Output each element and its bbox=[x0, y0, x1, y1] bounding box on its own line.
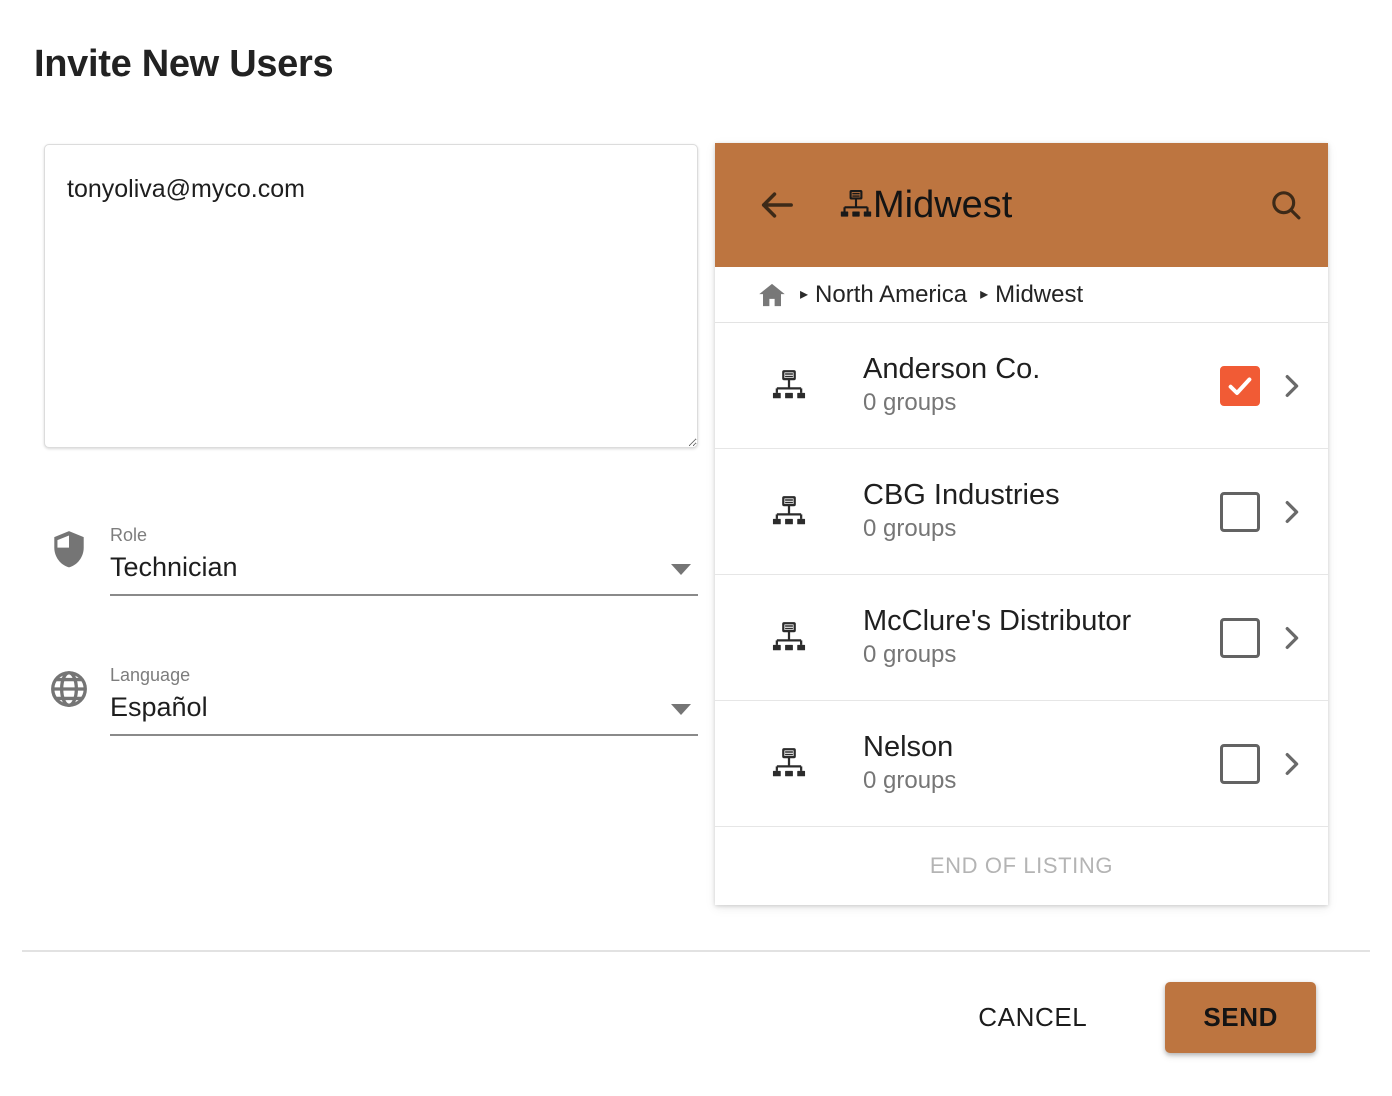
dialog-footer: CANCEL SEND bbox=[0, 975, 1392, 1059]
row-title: CBG Industries bbox=[863, 479, 1060, 511]
role-label: Role bbox=[110, 525, 698, 547]
breadcrumb-separator: ▸ bbox=[800, 287, 808, 303]
globe-icon bbox=[48, 668, 90, 710]
language-field[interactable]: Language Español bbox=[44, 640, 698, 736]
row-text: McClure's Distributor 0 groups bbox=[863, 605, 1220, 670]
tree-panel-header: Midwest bbox=[715, 143, 1328, 267]
row-checkbox[interactable] bbox=[1220, 744, 1260, 784]
account-tree-icon bbox=[771, 368, 807, 404]
table-row[interactable]: CBG Industries 0 groups bbox=[715, 449, 1328, 575]
row-title: Anderson Co. bbox=[863, 353, 1040, 385]
home-icon[interactable] bbox=[757, 280, 787, 310]
role-field-body: Role Technician bbox=[110, 525, 698, 596]
send-button[interactable]: SEND bbox=[1165, 982, 1316, 1053]
row-icon-cell bbox=[715, 620, 863, 656]
chevron-right-icon[interactable] bbox=[1276, 623, 1306, 653]
arrow-left-icon[interactable] bbox=[757, 185, 797, 225]
breadcrumb: ▸ North America ▸ Midwest bbox=[715, 267, 1328, 323]
footer-divider bbox=[22, 950, 1370, 952]
account-tree-icon bbox=[839, 188, 873, 222]
table-row[interactable]: McClure's Distributor 0 groups bbox=[715, 575, 1328, 701]
page-title: Invite New Users bbox=[34, 42, 333, 88]
row-icon-cell bbox=[715, 368, 863, 404]
chevron-right-icon[interactable] bbox=[1276, 497, 1306, 527]
row-title: McClure's Distributor bbox=[863, 605, 1131, 637]
table-row[interactable]: Anderson Co. 0 groups bbox=[715, 323, 1328, 449]
row-subtitle: 0 groups bbox=[863, 389, 1220, 418]
row-subtitle: 0 groups bbox=[863, 767, 1220, 796]
breadcrumb-item-midwest[interactable]: Midwest bbox=[995, 283, 1083, 307]
row-subtitle: 0 groups bbox=[863, 641, 1220, 670]
chevron-right-icon[interactable] bbox=[1276, 749, 1306, 779]
role-select[interactable]: Technician bbox=[110, 551, 698, 596]
row-text: Nelson 0 groups bbox=[863, 731, 1220, 796]
org-tree-panel: Midwest ▸ North America ▸ Midwest bbox=[715, 143, 1328, 905]
chevron-down-icon[interactable] bbox=[671, 564, 691, 575]
email-addresses-input[interactable] bbox=[44, 144, 698, 448]
language-select[interactable]: Español bbox=[110, 691, 698, 736]
shield-icon bbox=[48, 528, 90, 570]
role-field[interactable]: Role Technician bbox=[44, 500, 698, 596]
language-value: Español bbox=[110, 691, 698, 725]
language-field-body: Language Español bbox=[110, 665, 698, 736]
row-checkbox[interactable] bbox=[1220, 366, 1260, 406]
search-icon[interactable] bbox=[1268, 187, 1304, 223]
row-icon-cell bbox=[715, 494, 863, 530]
cancel-button[interactable]: CANCEL bbox=[956, 988, 1109, 1047]
end-of-listing-label: END OF LISTING bbox=[715, 827, 1328, 905]
account-tree-icon bbox=[771, 494, 807, 530]
account-tree-icon bbox=[771, 620, 807, 656]
row-checkbox[interactable] bbox=[1220, 618, 1260, 658]
row-text: Anderson Co. 0 groups bbox=[863, 353, 1220, 418]
chevron-right-icon[interactable] bbox=[1276, 371, 1306, 401]
row-subtitle: 0 groups bbox=[863, 515, 1220, 544]
language-label: Language bbox=[110, 665, 698, 687]
row-title: Nelson bbox=[863, 731, 953, 763]
tree-header-title-group: Midwest bbox=[839, 186, 1268, 224]
table-row[interactable]: Nelson 0 groups bbox=[715, 701, 1328, 827]
row-icon-cell bbox=[715, 746, 863, 782]
breadcrumb-separator: ▸ bbox=[980, 287, 988, 303]
role-value: Technician bbox=[110, 551, 698, 585]
chevron-down-icon[interactable] bbox=[671, 704, 691, 715]
invite-form: Role Technician Language Español bbox=[44, 144, 698, 736]
tree-header-title: Midwest bbox=[873, 186, 1012, 224]
account-tree-icon bbox=[771, 746, 807, 782]
row-checkbox[interactable] bbox=[1220, 492, 1260, 532]
breadcrumb-item-north-america[interactable]: North America bbox=[815, 283, 967, 307]
row-text: CBG Industries 0 groups bbox=[863, 479, 1220, 544]
